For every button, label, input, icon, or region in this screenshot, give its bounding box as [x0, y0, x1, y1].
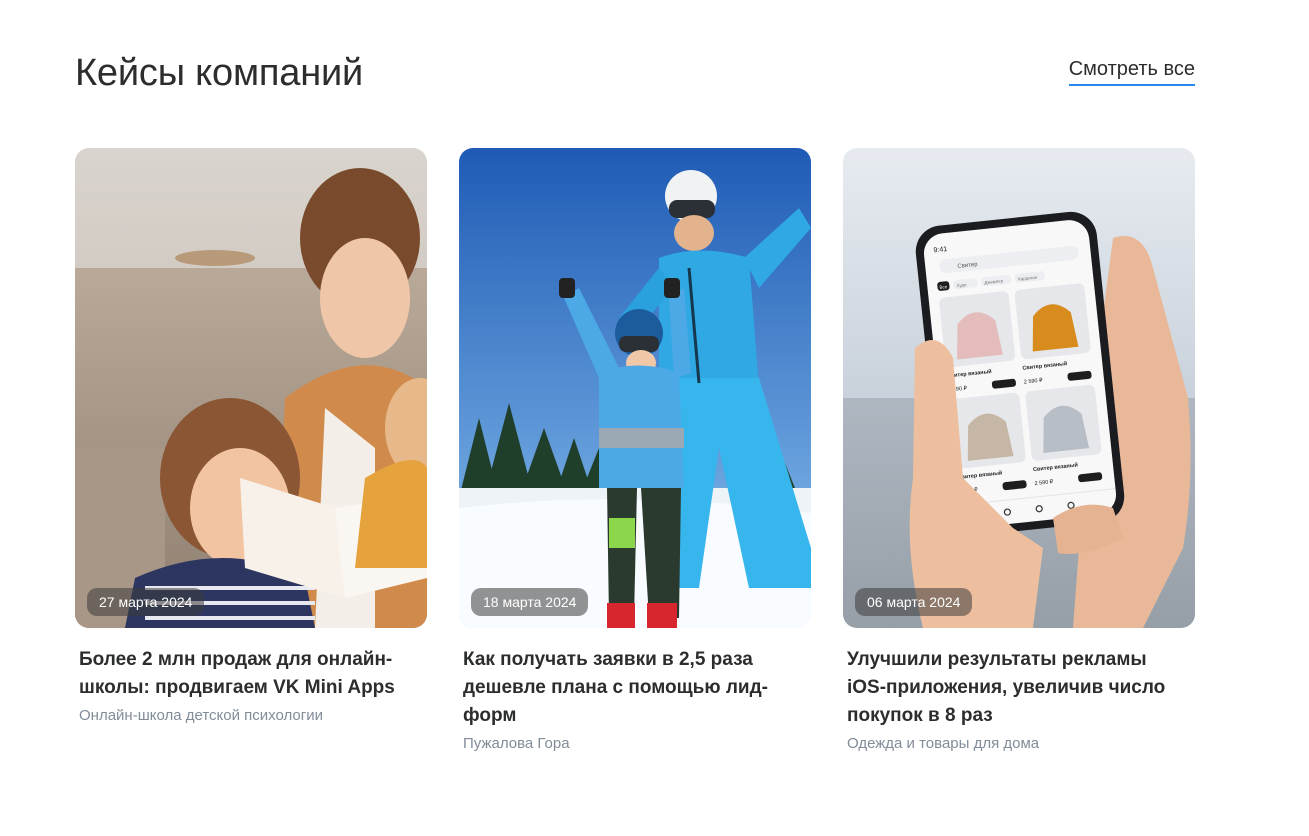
case-card-1[interactable]: 27 марта 2024 Более 2 млн продаж для онл… — [75, 148, 427, 726]
section-header: Кейсы компаний Смотреть все — [75, 50, 1195, 110]
case-card-image[interactable]: 18 марта 2024 — [459, 148, 811, 628]
case-card-title[interactable]: Улучшили результаты рекламы iOS-приложен… — [847, 646, 1177, 730]
case-card-3[interactable]: 9:41 Свитер Все Худи Джемпер Кардиган Св… — [843, 148, 1195, 754]
section-title: Кейсы компаний — [75, 52, 364, 94]
photo-skiers — [459, 148, 811, 628]
case-card-subtitle: Онлайн-школа детской психологии — [79, 707, 323, 724]
case-card-title[interactable]: Более 2 млн продаж для онлайн-школы: про… — [79, 646, 409, 702]
case-card-title[interactable]: Как получать заявки в 2,5 раза дешевле п… — [463, 646, 793, 730]
svg-text:Все: Все — [939, 284, 948, 290]
case-card-subtitle: Одежда и товары для дома — [847, 735, 1040, 752]
case-card-image[interactable]: 9:41 Свитер Все Худи Джемпер Кардиган Св… — [843, 148, 1195, 628]
photo-phone-shop-app: 9:41 Свитер Все Худи Джемпер Кардиган Св… — [843, 148, 1195, 628]
date-badge: 27 марта 2024 — [87, 588, 205, 616]
see-all-link[interactable]: Смотреть все — [1068, 58, 1195, 86]
case-card-image[interactable]: 27 марта 2024 — [75, 148, 427, 628]
cases-section: Кейсы компаний Смотреть все 27 марта 202… — [0, 0, 1309, 836]
date-badge: 18 марта 2024 — [471, 588, 589, 616]
photo-mother-children — [75, 148, 427, 628]
case-card-2[interactable]: 18 марта 2024 Как получать заявки в 2,5 … — [459, 148, 811, 754]
phone-time: 9:41 — [933, 246, 947, 254]
case-card-subtitle: Пужалова Гора — [463, 735, 570, 752]
date-badge: 06 марта 2024 — [855, 588, 973, 616]
